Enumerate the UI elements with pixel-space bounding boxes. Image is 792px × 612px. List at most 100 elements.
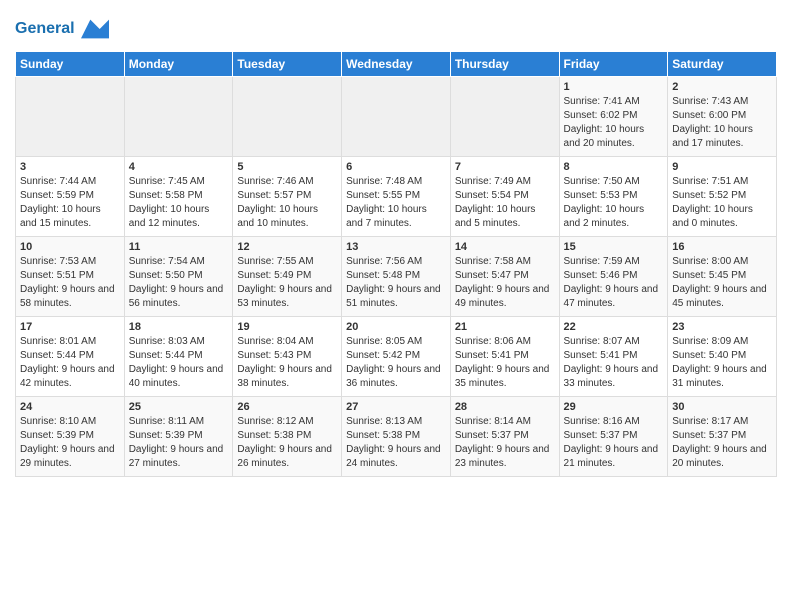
calendar-cell: 20 Sunrise: 8:05 AMSunset: 5:42 PMDayligh… bbox=[342, 317, 451, 397]
day-number: 15 bbox=[564, 241, 664, 253]
calendar-cell bbox=[16, 77, 125, 157]
day-info: Sunrise: 8:07 AMSunset: 5:41 PMDaylight:… bbox=[564, 335, 664, 391]
day-info: Sunrise: 8:05 AMSunset: 5:42 PMDaylight:… bbox=[346, 335, 446, 391]
calendar-cell: 2Sunrise: 7:43 AMSunset: 6:00 PMDaylight… bbox=[668, 77, 777, 157]
day-info: Sunrise: 8:06 AMSunset: 5:41 PMDaylight:… bbox=[455, 335, 555, 391]
calendar-cell: 5Sunrise: 7:46 AMSunset: 5:57 PMDaylight… bbox=[233, 157, 342, 237]
day-number: 2 bbox=[672, 81, 772, 93]
day-info: Sunrise: 7:49 AMSunset: 5:54 PMDaylight:… bbox=[455, 175, 555, 231]
day-number: 4 bbox=[129, 161, 229, 173]
day-number: 27 bbox=[346, 401, 446, 413]
day-info: Sunrise: 8:00 AMSunset: 5:45 PMDaylight:… bbox=[672, 255, 772, 311]
day-number: 21 bbox=[455, 321, 555, 333]
day-info: Sunrise: 8:17 AMSunset: 5:37 PMDaylight:… bbox=[672, 415, 772, 471]
day-info: Sunrise: 8:12 AMSunset: 5:38 PMDaylight:… bbox=[237, 415, 337, 471]
day-info: Sunrise: 7:56 AMSunset: 5:48 PMDaylight:… bbox=[346, 255, 446, 311]
week-row-2: 3 Sunrise: 7:44 AMSunset: 5:59 PMDaylight… bbox=[16, 157, 777, 237]
calendar-cell: 3 Sunrise: 7:44 AMSunset: 5:59 PMDaylight… bbox=[16, 157, 125, 237]
day-number: 1 bbox=[564, 81, 664, 93]
day-info: Sunrise: 8:16 AMSunset: 5:37 PMDaylight:… bbox=[564, 415, 664, 471]
day-info: Sunrise: 7:51 AMSunset: 5:52 PMDaylight:… bbox=[672, 175, 772, 231]
calendar-cell: 8 Sunrise: 7:50 AMSunset: 5:53 PMDaylight… bbox=[559, 157, 668, 237]
weekday-header-friday: Friday bbox=[559, 52, 668, 77]
day-number: 10 bbox=[20, 241, 120, 253]
calendar-cell: 29Sunrise: 8:16 AMSunset: 5:37 PMDayligh… bbox=[559, 397, 668, 477]
calendar-cell: 12 Sunrise: 7:55 AMSunset: 5:49 PMDayligh… bbox=[233, 237, 342, 317]
calendar-cell: 15 Sunrise: 7:59 AMSunset: 5:46 PMDayligh… bbox=[559, 237, 668, 317]
day-info: Sunrise: 7:59 AMSunset: 5:46 PMDaylight:… bbox=[564, 255, 664, 311]
day-info: Sunrise: 7:50 AMSunset: 5:53 PMDaylight:… bbox=[564, 175, 664, 231]
day-number: 20 bbox=[346, 321, 446, 333]
calendar-cell: 14 Sunrise: 7:58 AMSunset: 5:47 PMDayligh… bbox=[450, 237, 559, 317]
day-info: Sunrise: 7:46 AMSunset: 5:57 PMDaylight:… bbox=[237, 175, 337, 231]
calendar-cell: 25 Sunrise: 8:11 AMSunset: 5:39 PMDayligh… bbox=[124, 397, 233, 477]
calendar-table: SundayMondayTuesdayWednesdayThursdayFrid… bbox=[15, 51, 777, 477]
weekday-header-thursday: Thursday bbox=[450, 52, 559, 77]
day-info: Sunrise: 8:04 AMSunset: 5:43 PMDaylight:… bbox=[237, 335, 337, 391]
week-row-1: 1 Sunrise: 7:41 AMSunset: 6:02 PMDaylight… bbox=[16, 77, 777, 157]
day-info: Sunrise: 7:55 AMSunset: 5:49 PMDaylight:… bbox=[237, 255, 337, 311]
day-info: Sunrise: 7:45 AMSunset: 5:58 PMDaylight:… bbox=[129, 175, 229, 231]
logo-line1: General bbox=[15, 20, 75, 37]
calendar-cell: 19 Sunrise: 8:04 AMSunset: 5:43 PMDayligh… bbox=[233, 317, 342, 397]
week-row-4: 17 Sunrise: 8:01 AMSunset: 5:44 PMDayligh… bbox=[16, 317, 777, 397]
day-number: 7 bbox=[455, 161, 555, 173]
weekday-header-saturday: Saturday bbox=[668, 52, 777, 77]
calendar-cell: 6Sunrise: 7:48 AMSunset: 5:55 PMDaylight… bbox=[342, 157, 451, 237]
day-info: Sunrise: 7:41 AMSunset: 6:02 PMDaylight:… bbox=[564, 95, 664, 151]
calendar-cell bbox=[124, 77, 233, 157]
weekday-header-monday: Monday bbox=[124, 52, 233, 77]
calendar-header-row: SundayMondayTuesdayWednesdayThursdayFrid… bbox=[16, 52, 777, 77]
calendar-cell: 11Sunrise: 7:54 AMSunset: 5:50 PMDayligh… bbox=[124, 237, 233, 317]
day-number: 11 bbox=[129, 241, 229, 253]
calendar-cell: 28 Sunrise: 8:14 AMSunset: 5:37 PMDayligh… bbox=[450, 397, 559, 477]
calendar-cell: 9 Sunrise: 7:51 AMSunset: 5:52 PMDaylight… bbox=[668, 157, 777, 237]
day-info: Sunrise: 8:10 AMSunset: 5:39 PMDaylight:… bbox=[20, 415, 120, 471]
day-info: Sunrise: 7:48 AMSunset: 5:55 PMDaylight:… bbox=[346, 175, 446, 231]
calendar-cell: 21 Sunrise: 8:06 AMSunset: 5:41 PMDayligh… bbox=[450, 317, 559, 397]
calendar-cell: 22 Sunrise: 8:07 AMSunset: 5:41 PMDayligh… bbox=[559, 317, 668, 397]
calendar-cell: 10 Sunrise: 7:53 AMSunset: 5:51 PMDayligh… bbox=[16, 237, 125, 317]
calendar-cell: 16 Sunrise: 8:00 AMSunset: 5:45 PMDayligh… bbox=[668, 237, 777, 317]
day-number: 8 bbox=[564, 161, 664, 173]
calendar-cell: 17 Sunrise: 8:01 AMSunset: 5:44 PMDayligh… bbox=[16, 317, 125, 397]
main-container: General SundayMondayTuesdayWednesdayThur… bbox=[0, 0, 792, 487]
day-number: 18 bbox=[129, 321, 229, 333]
week-row-5: 24Sunrise: 8:10 AMSunset: 5:39 PMDayligh… bbox=[16, 397, 777, 477]
weekday-header-sunday: Sunday bbox=[16, 52, 125, 77]
calendar-cell: 4 Sunrise: 7:45 AMSunset: 5:58 PMDaylight… bbox=[124, 157, 233, 237]
day-number: 9 bbox=[672, 161, 772, 173]
day-number: 25 bbox=[129, 401, 229, 413]
day-number: 16 bbox=[672, 241, 772, 253]
day-number: 14 bbox=[455, 241, 555, 253]
day-info: Sunrise: 7:53 AMSunset: 5:51 PMDaylight:… bbox=[20, 255, 120, 311]
weekday-header-tuesday: Tuesday bbox=[233, 52, 342, 77]
day-info: Sunrise: 8:03 AMSunset: 5:44 PMDaylight:… bbox=[129, 335, 229, 391]
calendar-cell bbox=[233, 77, 342, 157]
day-info: Sunrise: 8:01 AMSunset: 5:44 PMDaylight:… bbox=[20, 335, 120, 391]
calendar-cell: 7 Sunrise: 7:49 AMSunset: 5:54 PMDaylight… bbox=[450, 157, 559, 237]
calendar-cell: 23Sunrise: 8:09 AMSunset: 5:40 PMDayligh… bbox=[668, 317, 777, 397]
calendar-cell: 1 Sunrise: 7:41 AMSunset: 6:02 PMDaylight… bbox=[559, 77, 668, 157]
calendar-cell: 18 Sunrise: 8:03 AMSunset: 5:44 PMDayligh… bbox=[124, 317, 233, 397]
day-info: Sunrise: 7:44 AMSunset: 5:59 PMDaylight:… bbox=[20, 175, 120, 231]
day-number: 13 bbox=[346, 241, 446, 253]
logo: General bbox=[15, 15, 109, 43]
week-row-3: 10 Sunrise: 7:53 AMSunset: 5:51 PMDayligh… bbox=[16, 237, 777, 317]
day-number: 30 bbox=[672, 401, 772, 413]
calendar-body: 1 Sunrise: 7:41 AMSunset: 6:02 PMDaylight… bbox=[16, 77, 777, 477]
day-number: 23 bbox=[672, 321, 772, 333]
day-number: 17 bbox=[20, 321, 120, 333]
day-info: Sunrise: 8:13 AMSunset: 5:38 PMDaylight:… bbox=[346, 415, 446, 471]
day-number: 12 bbox=[237, 241, 337, 253]
day-number: 26 bbox=[237, 401, 337, 413]
day-info: Sunrise: 7:58 AMSunset: 5:47 PMDaylight:… bbox=[455, 255, 555, 311]
calendar-cell: 27 Sunrise: 8:13 AMSunset: 5:38 PMDayligh… bbox=[342, 397, 451, 477]
day-number: 3 bbox=[20, 161, 120, 173]
day-number: 28 bbox=[455, 401, 555, 413]
day-number: 19 bbox=[237, 321, 337, 333]
day-number: 22 bbox=[564, 321, 664, 333]
day-info: Sunrise: 8:11 AMSunset: 5:39 PMDaylight:… bbox=[129, 415, 229, 471]
day-info: Sunrise: 8:14 AMSunset: 5:37 PMDaylight:… bbox=[455, 415, 555, 471]
calendar-cell: 30 Sunrise: 8:17 AMSunset: 5:37 PMDayligh… bbox=[668, 397, 777, 477]
